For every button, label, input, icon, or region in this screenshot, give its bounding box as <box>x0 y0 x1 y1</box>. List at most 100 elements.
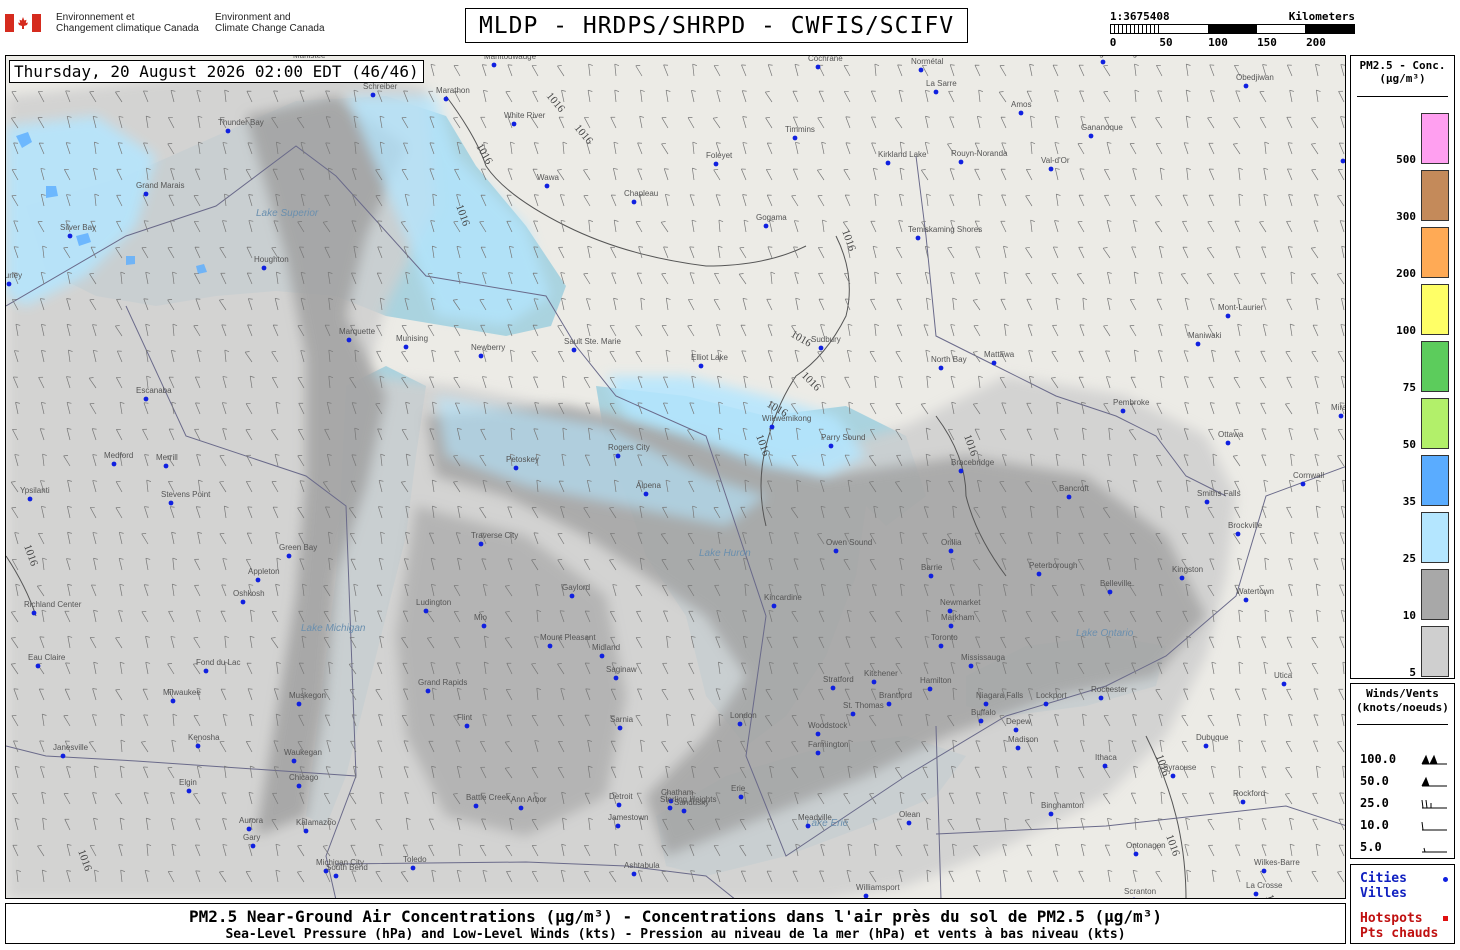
city-marker[interactable] <box>478 353 484 359</box>
city-marker[interactable] <box>830 685 836 691</box>
city-marker[interactable] <box>1338 413 1344 419</box>
city-marker[interactable] <box>1066 494 1072 500</box>
city-marker[interactable] <box>1261 868 1267 874</box>
city-marker[interactable] <box>255 577 261 583</box>
city-marker[interactable] <box>1013 727 1019 733</box>
city-marker[interactable] <box>547 643 553 649</box>
city-marker[interactable] <box>67 233 73 239</box>
city-marker[interactable] <box>738 794 744 800</box>
city-marker[interactable] <box>968 663 974 669</box>
city-marker[interactable] <box>1243 83 1249 89</box>
city-marker[interactable] <box>886 701 892 707</box>
city-marker[interactable] <box>1225 440 1231 446</box>
city-marker[interactable] <box>828 443 834 449</box>
city-marker[interactable] <box>225 128 231 134</box>
city-marker[interactable] <box>1300 481 1306 487</box>
city-marker[interactable] <box>815 750 821 756</box>
city-marker[interactable] <box>885 160 891 166</box>
city-marker[interactable] <box>60 753 66 759</box>
city-marker[interactable] <box>1102 763 1108 769</box>
city-marker[interactable] <box>769 424 775 430</box>
city-marker[interactable] <box>599 653 605 659</box>
city-marker[interactable] <box>978 718 984 724</box>
city-marker[interactable] <box>991 360 997 366</box>
city-marker[interactable] <box>1179 575 1185 581</box>
city-marker[interactable] <box>863 893 869 899</box>
city-marker[interactable] <box>170 698 176 704</box>
city-marker[interactable] <box>1204 499 1210 505</box>
city-marker[interactable] <box>948 548 954 554</box>
city-marker[interactable] <box>1253 891 1259 897</box>
city-marker[interactable] <box>713 161 719 167</box>
city-marker[interactable] <box>1107 589 1113 595</box>
city-marker[interactable] <box>938 365 944 371</box>
city-marker[interactable] <box>1235 531 1241 537</box>
city-marker[interactable] <box>833 548 839 554</box>
city-marker[interactable] <box>948 623 954 629</box>
city-marker[interactable] <box>491 62 497 68</box>
city-marker[interactable] <box>1088 133 1094 139</box>
map-panel[interactable]: 1016 1016 1016 1016 1016 1016 1016 1016 … <box>5 55 1346 899</box>
city-marker[interactable] <box>513 465 519 471</box>
city-marker[interactable] <box>478 541 484 547</box>
city-marker[interactable] <box>933 89 939 95</box>
city-marker[interactable] <box>1281 681 1287 687</box>
city-marker[interactable] <box>333 873 339 879</box>
city-marker[interactable] <box>303 828 309 834</box>
city-marker[interactable] <box>240 599 246 605</box>
city-marker[interactable] <box>296 701 302 707</box>
city-marker[interactable] <box>1100 59 1106 65</box>
city-marker[interactable] <box>286 553 292 559</box>
city-marker[interactable] <box>958 468 964 474</box>
city-marker[interactable] <box>850 711 856 717</box>
map-canvas[interactable]: 1016 1016 1016 1016 1016 1016 1016 1016 … <box>6 56 1346 899</box>
city-marker[interactable] <box>1340 158 1346 164</box>
city-marker[interactable] <box>698 363 704 369</box>
city-marker[interactable] <box>1036 571 1042 577</box>
city-marker[interactable] <box>6 281 12 287</box>
city-marker[interactable] <box>569 593 575 599</box>
city-marker[interactable] <box>1195 341 1201 347</box>
city-marker[interactable] <box>906 820 912 826</box>
city-marker[interactable] <box>425 688 431 694</box>
city-marker[interactable] <box>246 826 252 832</box>
city-marker[interactable] <box>1170 773 1176 779</box>
city-marker[interactable] <box>983 701 989 707</box>
city-marker[interactable] <box>143 396 149 402</box>
city-marker[interactable] <box>571 347 577 353</box>
city-marker[interactable] <box>643 491 649 497</box>
city-marker[interactable] <box>464 723 470 729</box>
city-marker[interactable] <box>1240 799 1246 805</box>
city-marker[interactable] <box>481 623 487 629</box>
city-marker[interactable] <box>1015 745 1021 751</box>
city-marker[interactable] <box>544 183 550 189</box>
city-marker[interactable] <box>296 783 302 789</box>
city-marker[interactable] <box>186 788 192 794</box>
city-marker[interactable] <box>818 345 824 351</box>
city-marker[interactable] <box>163 463 169 469</box>
city-marker[interactable] <box>291 758 297 764</box>
city-marker[interactable] <box>250 843 256 849</box>
city-marker[interactable] <box>617 725 623 731</box>
city-marker[interactable] <box>403 344 409 350</box>
city-marker[interactable] <box>958 159 964 165</box>
city-marker[interactable] <box>1018 110 1024 116</box>
city-marker[interactable] <box>667 805 673 811</box>
city-marker[interactable] <box>473 803 479 809</box>
city-marker[interactable] <box>771 603 777 609</box>
city-marker[interactable] <box>518 805 524 811</box>
city-marker[interactable] <box>681 808 687 814</box>
city-marker[interactable] <box>737 721 743 727</box>
city-marker[interactable] <box>203 668 209 674</box>
city-marker[interactable] <box>871 679 877 685</box>
city-marker[interactable] <box>261 265 267 271</box>
city-marker[interactable] <box>1133 851 1139 857</box>
city-marker[interactable] <box>1243 597 1249 603</box>
city-marker[interactable] <box>616 802 622 808</box>
city-marker[interactable] <box>613 675 619 681</box>
city-marker[interactable] <box>143 191 149 197</box>
city-marker[interactable] <box>370 92 376 98</box>
city-marker[interactable] <box>915 235 921 241</box>
city-marker[interactable] <box>1203 743 1209 749</box>
city-marker[interactable] <box>918 67 924 73</box>
